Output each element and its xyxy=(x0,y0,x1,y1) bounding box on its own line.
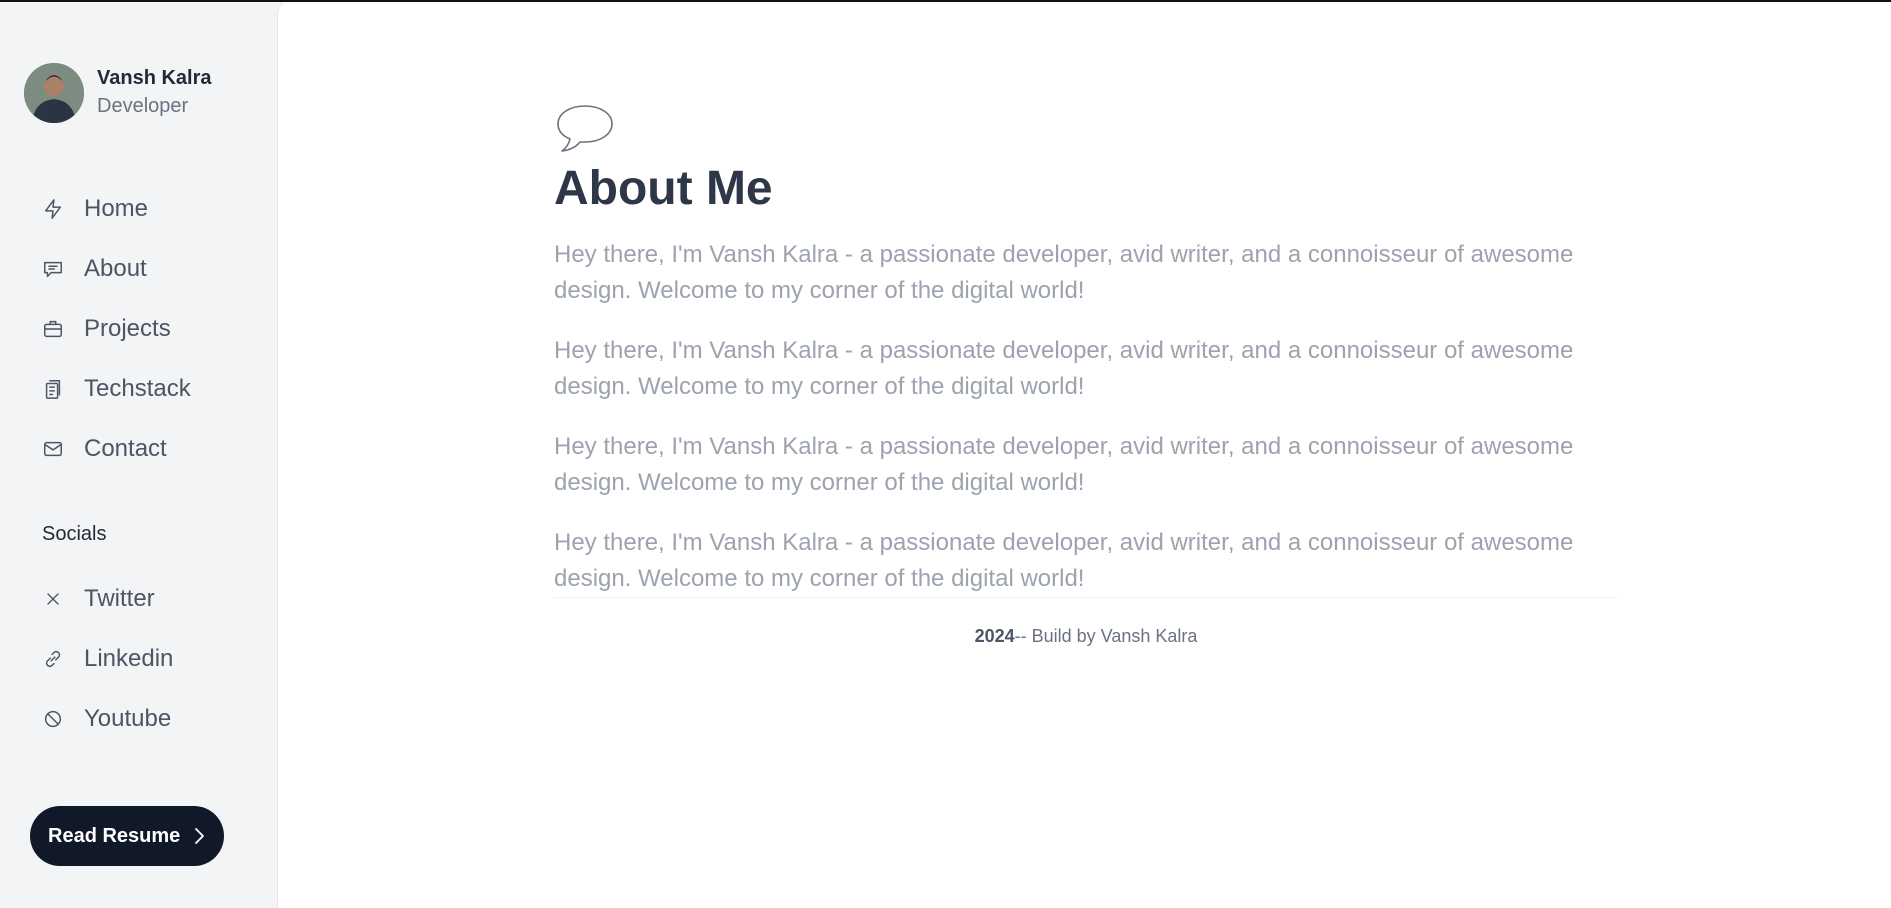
speech-bubble-icon xyxy=(554,102,1618,159)
profile-name: Vansh Kalra xyxy=(97,67,212,89)
briefcase-icon xyxy=(40,316,66,342)
footer-year: 2024 xyxy=(974,626,1015,646)
nav-item-home[interactable]: Home xyxy=(40,179,191,239)
chat-icon xyxy=(40,256,66,282)
ban-icon xyxy=(40,706,66,732)
main-content: About Me Hey there, I'm Vansh Kalra - a … xyxy=(277,2,1891,908)
chevron-right-icon xyxy=(192,826,206,846)
main-nav: Home About Projects Techstack Contact xyxy=(40,179,191,479)
nav-item-label: About xyxy=(84,255,147,282)
page-title: About Me xyxy=(554,162,773,215)
app-frame: Vansh Kalra Developer Home About Project… xyxy=(0,2,1891,908)
x-icon xyxy=(40,586,66,612)
profile-card[interactable]: Vansh Kalra Developer xyxy=(24,63,212,123)
social-item-linkedin[interactable]: Linkedin xyxy=(40,629,173,689)
clipboard-icon xyxy=(40,376,66,402)
about-paragraph: Hey there, I'm Vansh Kalra - a passionat… xyxy=(554,337,1574,400)
about-paragraph: Hey there, I'm Vansh Kalra - a passionat… xyxy=(554,529,1574,592)
sidebar: Vansh Kalra Developer Home About Project… xyxy=(0,2,276,908)
social-item-twitter[interactable]: Twitter xyxy=(40,569,173,629)
socials-heading: Socials xyxy=(42,523,107,545)
about-paragraph: Hey there, I'm Vansh Kalra - a passionat… xyxy=(554,241,1574,304)
nav-item-label: Home xyxy=(84,195,149,222)
social-item-label: Youtube xyxy=(84,705,172,732)
nav-item-label: Projects xyxy=(84,315,171,342)
social-item-label: Linkedin xyxy=(84,645,174,672)
about-paragraphs: Hey there, I'm Vansh Kalra - a passionat… xyxy=(554,237,1618,597)
mail-icon xyxy=(40,436,66,462)
footer: 2024-- Build by Vansh Kalra xyxy=(554,626,1618,647)
link-icon xyxy=(40,646,66,672)
profile-role: Developer xyxy=(97,95,189,117)
nav-item-contact[interactable]: Contact xyxy=(40,419,191,479)
footer-text: -- Build by Vansh Kalra xyxy=(1014,626,1198,646)
footer-divider xyxy=(554,597,1618,598)
read-resume-label: Read Resume xyxy=(48,824,181,847)
about-section: About Me Hey there, I'm Vansh Kalra - a … xyxy=(554,102,1618,647)
nav-item-about[interactable]: About xyxy=(40,239,191,299)
socials-list: Twitter Linkedin Youtube xyxy=(40,569,173,749)
nav-item-projects[interactable]: Projects xyxy=(40,299,191,359)
bolt-icon xyxy=(40,196,66,222)
nav-item-techstack[interactable]: Techstack xyxy=(40,359,191,419)
about-paragraph: Hey there, I'm Vansh Kalra - a passionat… xyxy=(554,433,1574,496)
social-item-label: Twitter xyxy=(84,585,155,612)
nav-item-label: Techstack xyxy=(84,375,191,402)
avatar xyxy=(24,63,84,123)
read-resume-button[interactable]: Read Resume xyxy=(30,806,224,866)
nav-item-label: Contact xyxy=(84,435,167,462)
social-item-youtube[interactable]: Youtube xyxy=(40,689,173,749)
